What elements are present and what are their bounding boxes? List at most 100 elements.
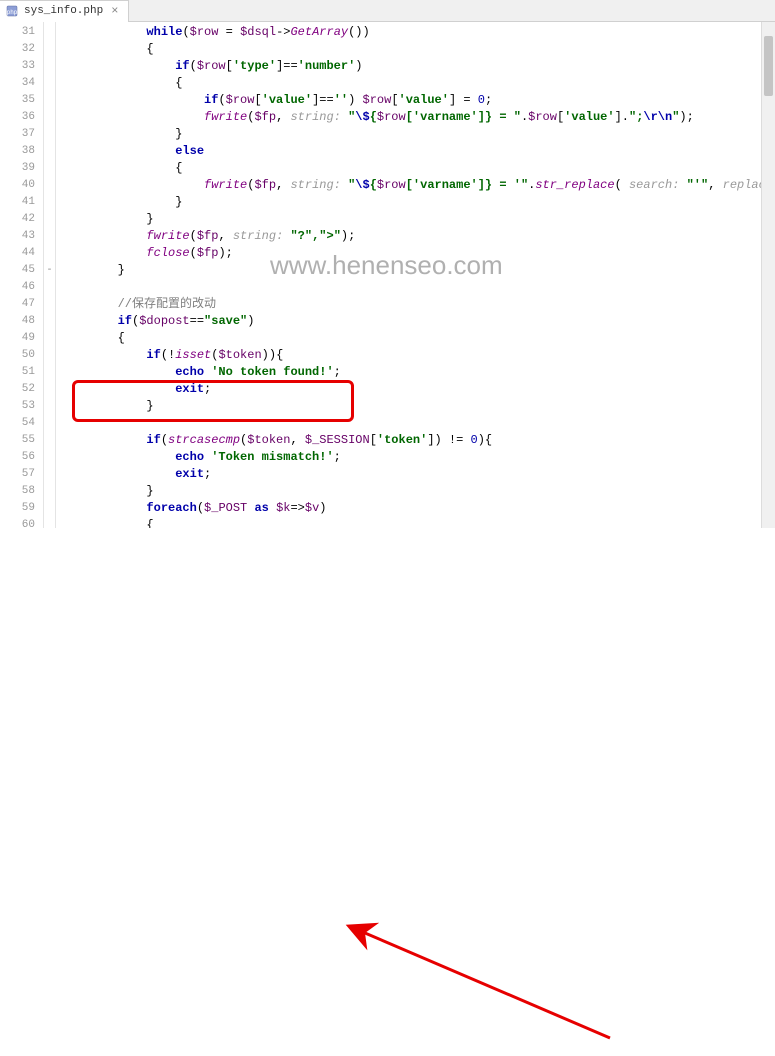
tab-filename: sys_info.php: [24, 5, 103, 17]
line-number-gutter: 3132333435363738394041424344454647484950…: [0, 22, 44, 528]
code-line[interactable]: }: [56, 262, 775, 279]
code-line[interactable]: if($row['value']=='') $row['value'] = 0;: [56, 92, 775, 109]
fold-marker: [44, 483, 55, 500]
fold-marker: [44, 466, 55, 483]
line-number: 51: [0, 364, 43, 381]
fold-marker: [44, 517, 55, 534]
code-line[interactable]: [56, 415, 775, 432]
line-number: 35: [0, 92, 43, 109]
fold-marker: [44, 24, 55, 41]
code-line[interactable]: fwrite($fp, string: "?",">");: [56, 228, 775, 245]
php-file-icon: php: [6, 4, 20, 18]
code-line[interactable]: foreach($_POST as $k=>$v): [56, 500, 775, 517]
fold-marker: [44, 92, 55, 109]
scroll-thumb[interactable]: [764, 36, 773, 96]
code-line[interactable]: }: [56, 211, 775, 228]
line-number: 44: [0, 245, 43, 262]
code-line[interactable]: {: [56, 517, 775, 528]
line-number: 52: [0, 381, 43, 398]
line-number: 57: [0, 466, 43, 483]
fold-marker: [44, 211, 55, 228]
code-line[interactable]: exit;: [56, 466, 775, 483]
code-line[interactable]: echo 'Token mismatch!';: [56, 449, 775, 466]
fold-marker: [44, 364, 55, 381]
code-line[interactable]: fclose($fp);: [56, 245, 775, 262]
code-line[interactable]: }: [56, 398, 775, 415]
line-number: 40: [0, 177, 43, 194]
fold-marker: [44, 143, 55, 160]
line-number: 34: [0, 75, 43, 92]
line-number: 37: [0, 126, 43, 143]
code-line[interactable]: }: [56, 126, 775, 143]
line-number: 41: [0, 194, 43, 211]
fold-marker: [44, 75, 55, 92]
line-number: 47: [0, 296, 43, 313]
line-number: 33: [0, 58, 43, 75]
fold-marker: [44, 449, 55, 466]
code-line[interactable]: {: [56, 75, 775, 92]
code-line[interactable]: {: [56, 330, 775, 347]
fold-marker: [44, 415, 55, 432]
code-line[interactable]: fwrite($fp, string: "\${$row['varname']}…: [56, 177, 775, 194]
fold-column: -: [44, 22, 56, 528]
line-number: 55: [0, 432, 43, 449]
code-line[interactable]: //保存配置的改动: [56, 296, 775, 313]
fold-marker: [44, 126, 55, 143]
line-number: 32: [0, 41, 43, 58]
line-number: 58: [0, 483, 43, 500]
fold-marker: [44, 330, 55, 347]
line-number: 49: [0, 330, 43, 347]
fold-marker: [44, 109, 55, 126]
code-line[interactable]: if(strcasecmp($token, $_SESSION['token']…: [56, 432, 775, 449]
fold-marker: [44, 347, 55, 364]
code-line[interactable]: if(!isset($token)){: [56, 347, 775, 364]
line-number: 39: [0, 160, 43, 177]
line-number: 48: [0, 313, 43, 330]
fold-marker: [44, 41, 55, 58]
code-line[interactable]: if($dopost=="save"): [56, 313, 775, 330]
line-number: 54: [0, 415, 43, 432]
code-line[interactable]: [56, 279, 775, 296]
fold-marker: [44, 381, 55, 398]
file-tab[interactable]: php sys_info.php ×: [0, 0, 129, 22]
fold-marker: [44, 160, 55, 177]
fold-marker: [44, 432, 55, 449]
code-line[interactable]: }: [56, 194, 775, 211]
tab-bar: php sys_info.php ×: [0, 0, 775, 22]
line-number: 56: [0, 449, 43, 466]
line-number: 45: [0, 262, 43, 279]
fold-marker: [44, 313, 55, 330]
annotation-arrow: [0, 528, 775, 1056]
fold-marker: [44, 245, 55, 262]
fold-marker[interactable]: -: [44, 262, 55, 279]
line-number: 46: [0, 279, 43, 296]
vertical-scrollbar[interactable]: [761, 22, 775, 528]
code-line[interactable]: echo 'No token found!';: [56, 364, 775, 381]
line-number: 36: [0, 109, 43, 126]
code-line[interactable]: else: [56, 143, 775, 160]
line-number: 53: [0, 398, 43, 415]
code-line[interactable]: }: [56, 483, 775, 500]
fold-marker: [44, 398, 55, 415]
fold-marker: [44, 228, 55, 245]
code-area[interactable]: while($row = $dsql->GetArray()) { if($ro…: [56, 22, 775, 528]
code-line[interactable]: fwrite($fp, string: "\${$row['varname']}…: [56, 109, 775, 126]
fold-marker: [44, 279, 55, 296]
code-line[interactable]: while($row = $dsql->GetArray()): [56, 24, 775, 41]
close-icon[interactable]: ×: [111, 4, 118, 18]
fold-marker: [44, 194, 55, 211]
fold-marker: [44, 296, 55, 313]
code-line[interactable]: if($row['type']=='number'): [56, 58, 775, 75]
svg-text:php: php: [7, 9, 18, 16]
fold-marker: [44, 58, 55, 75]
line-number: 38: [0, 143, 43, 160]
code-line[interactable]: {: [56, 160, 775, 177]
line-number: 50: [0, 347, 43, 364]
line-number: 59: [0, 500, 43, 517]
line-number: 31: [0, 24, 43, 41]
fold-marker: [44, 500, 55, 517]
line-number: 42: [0, 211, 43, 228]
line-number: 60: [0, 517, 43, 534]
code-line[interactable]: {: [56, 41, 775, 58]
code-line[interactable]: exit;: [56, 381, 775, 398]
